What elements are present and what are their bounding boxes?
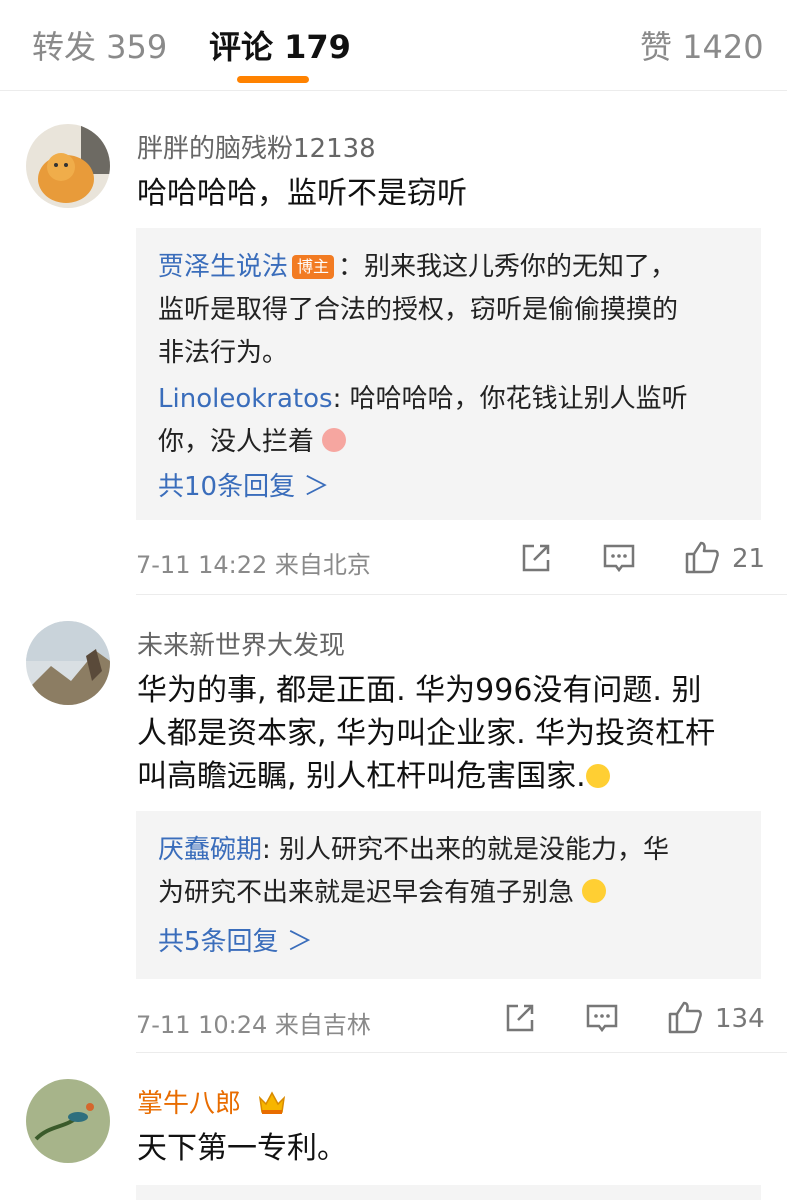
avatar[interactable] <box>26 1079 110 1163</box>
comment-icon[interactable] <box>585 1002 619 1034</box>
blogger-badge: 博主 <box>292 255 335 279</box>
avatar[interactable] <box>26 621 110 705</box>
share-icon[interactable] <box>504 1002 536 1034</box>
tab-likes[interactable]: 赞 1420 <box>640 22 764 68</box>
reply-text: 为研究不出来就是迟早会有殖子别急 <box>158 878 575 908</box>
reply-text: : 哈哈哈哈，你花钱让别人监听 <box>332 384 688 414</box>
comment-item: 未来新世界大发现 华为的事, 都是正面. 华为996没有问题. 别 人都是资本家… <box>0 595 787 1053</box>
comment-text: 哈哈哈哈，监听不是窃听 <box>137 176 467 211</box>
username-text: 掌牛八郎 <box>137 1089 242 1119</box>
reply-box[interactable] <box>136 1185 761 1200</box>
reply-item: 你，没人拦着 <box>158 421 748 464</box>
reply-item: 贾泽生说法 博主 ：别来我这儿秀你的无知了， <box>158 246 748 289</box>
active-tab-indicator <box>237 76 309 83</box>
tab-comments[interactable]: 评论 179 <box>209 22 351 68</box>
more-replies-link[interactable]: 共10条回复 ＞ <box>158 466 329 503</box>
reply-item: Linoleokratos: 哈哈哈哈，你花钱让别人监听 <box>158 378 748 421</box>
reply-author[interactable]: 厌蠢碗期 <box>158 835 262 865</box>
reply-author[interactable]: 贾泽生说法 <box>158 252 288 282</box>
avatar[interactable] <box>26 124 110 208</box>
like-thumb-icon[interactable] <box>667 1000 703 1034</box>
thinking-emoji-icon <box>582 879 607 903</box>
reply-text: 监听是取得了合法的授权，窃听是偷偷摸摸的 <box>158 295 679 325</box>
reply-box[interactable]: 厌蠢碗期: 别人研究不出来的就是没能力，华 为研究不出来就是迟早会有殖子别急 共… <box>136 811 761 979</box>
comment-text-segment: 叫高瞻远瞩, 别人杠杆叫危害国家. <box>137 759 586 794</box>
more-replies-link[interactable]: 共5条回复 ＞ <box>158 921 313 958</box>
like-count: 21 <box>732 544 766 574</box>
reply-box[interactable]: 贾泽生说法 博主 ：别来我这儿秀你的无知了， 监听是取得了合法的授权，窃听是偷偷摸摸… <box>136 228 761 520</box>
comment-text-line: 叫高瞻远瞩, 别人杠杆叫危害国家. <box>137 755 767 798</box>
comment-meta: 7-11 10:24 来自吉林 <box>136 1011 371 1039</box>
comment-meta: 7-11 14:22 来自北京 <box>136 551 371 579</box>
comment-text: 天下第一专利。 <box>137 1131 347 1166</box>
laughing-emoji-icon <box>322 428 347 452</box>
reply-item: 厌蠢碗期: 别人研究不出来的就是没能力，华 <box>158 829 748 872</box>
like-thumb-icon[interactable] <box>684 540 720 574</box>
comment-item: 胖胖的脑残粉12138 哈哈哈哈，监听不是窃听 贾泽生说法 博主 ：别来我这儿秀你的… <box>0 90 787 595</box>
comment-username[interactable]: 未来新世界大发现 <box>137 625 345 662</box>
like-count: 134 <box>715 1004 765 1034</box>
reply-text: 非法行为。 <box>158 338 289 368</box>
share-icon[interactable] <box>520 542 552 574</box>
comment-item: 掌牛八郎 天下第一专利。 <box>0 1053 787 1200</box>
reply-item: 为研究不出来就是迟早会有殖子别急 <box>158 872 748 915</box>
comment-text-line: 人都是资本家, 华为叫企业家. 华为投资杠杆 <box>137 716 716 751</box>
comment-text: 华为的事, 都是正面. 华为996没有问题. 别 人都是资本家, 华为叫企业家.… <box>137 669 767 798</box>
crown-badge-icon <box>259 1091 286 1114</box>
reply-author[interactable]: Linoleokratos <box>158 384 333 414</box>
reply-text: ：别来我这儿秀你的无知了， <box>338 252 677 282</box>
tab-reposts[interactable]: 转发 359 <box>32 22 167 68</box>
comment-username[interactable]: 胖胖的脑残粉12138 <box>137 128 376 165</box>
comment-text-line: 华为的事, 都是正面. 华为996没有问题. 别 <box>137 673 702 708</box>
comment-icon[interactable] <box>602 542 636 574</box>
comment-tabs: 转发 359 评论 179 赞 1420 <box>0 0 787 91</box>
comment-username[interactable]: 掌牛八郎 <box>137 1083 287 1120</box>
reply-text: : 别人研究不出来的就是没能力，华 <box>262 835 670 865</box>
reply-text: 你，没人拦着 <box>158 427 315 457</box>
crying-laughing-emoji-icon <box>585 764 610 788</box>
